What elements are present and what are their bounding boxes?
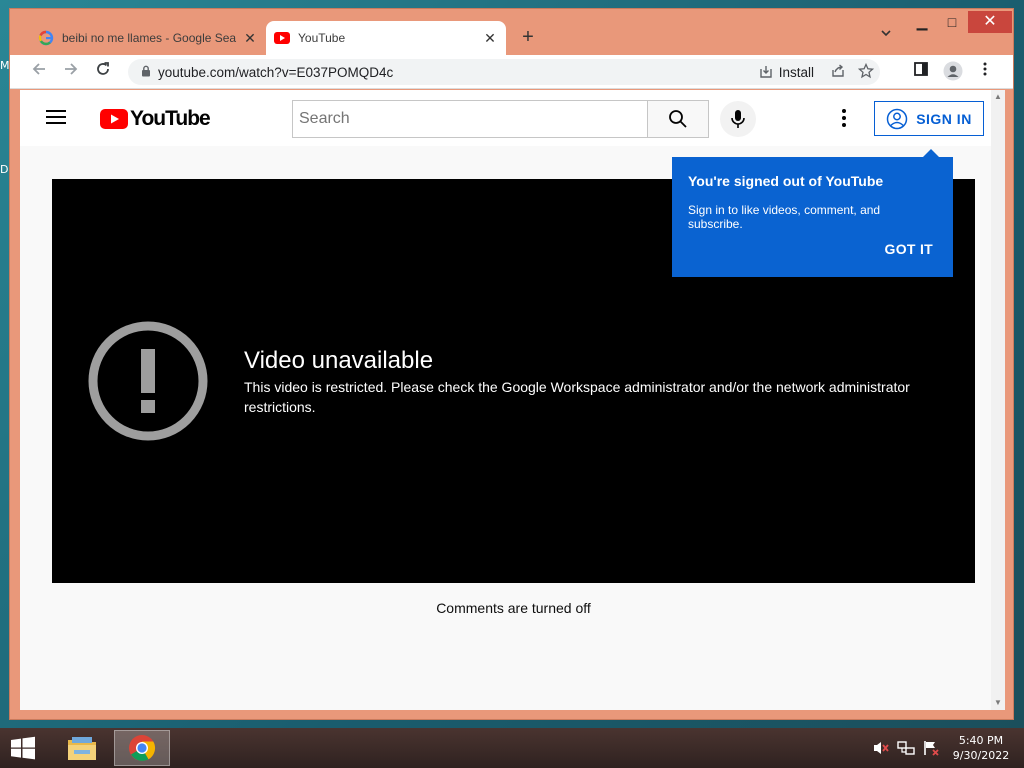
got-it-button[interactable]: GOT IT bbox=[885, 241, 933, 257]
file-explorer-icon[interactable] bbox=[54, 730, 110, 766]
error-message: This video is restricted. Please check t… bbox=[244, 379, 910, 415]
search-box[interactable] bbox=[292, 100, 648, 138]
title-bar: beibi no me llames - Google Sea ✕ YouTub… bbox=[10, 9, 1013, 55]
forward-arrow-icon[interactable] bbox=[60, 61, 82, 83]
bookmark-star-icon[interactable] bbox=[852, 62, 880, 82]
sign-in-label: SIGN IN bbox=[916, 110, 972, 127]
install-label: Install bbox=[778, 64, 814, 80]
youtube-icon bbox=[274, 30, 290, 46]
tooltip-arrow bbox=[923, 149, 939, 157]
chrome-icon[interactable] bbox=[114, 730, 170, 766]
hamburger-menu-icon[interactable] bbox=[44, 106, 68, 130]
voice-search-button[interactable] bbox=[720, 101, 756, 137]
minimize-button[interactable]: ▁ bbox=[906, 11, 938, 33]
chrome-window: beibi no me llames - Google Sea ✕ YouTub… bbox=[9, 8, 1014, 720]
google-g-icon bbox=[38, 30, 54, 46]
tooltip-title: You're signed out of YouTube bbox=[688, 173, 884, 189]
scroll-down-arrow-icon[interactable]: ▼ bbox=[991, 696, 1005, 710]
share-icon[interactable] bbox=[824, 63, 852, 81]
sign-in-button[interactable]: SIGN IN bbox=[874, 101, 984, 136]
profile-avatar-icon[interactable] bbox=[942, 61, 964, 83]
new-tab-button[interactable]: + bbox=[516, 25, 540, 49]
browser-toolbar: youtube.com/watch?v=E037POMQD4c Install bbox=[10, 55, 1013, 89]
microphone-icon bbox=[731, 110, 745, 128]
more-options-icon[interactable] bbox=[832, 106, 856, 130]
youtube-logo-text: YouTube bbox=[130, 107, 211, 130]
search-icon bbox=[669, 110, 687, 128]
browser-menu-icon[interactable] bbox=[974, 61, 996, 83]
search-button[interactable] bbox=[647, 100, 709, 138]
page-scrollbar[interactable]: ▲ ▼ bbox=[991, 90, 1005, 710]
account-circle-icon bbox=[886, 108, 908, 129]
youtube-logo[interactable]: YouTube bbox=[100, 107, 211, 131]
search-input[interactable] bbox=[299, 110, 647, 128]
tab-title: YouTube bbox=[298, 31, 346, 45]
youtube-header: YouTube SIGN IN bbox=[20, 90, 991, 146]
desktop-edge-label: D bbox=[0, 163, 9, 176]
tab-close-icon[interactable]: ✕ bbox=[242, 30, 258, 46]
back-arrow-icon[interactable] bbox=[28, 61, 50, 83]
tooltip-body: Sign in to like videos, comment, and sub… bbox=[688, 203, 881, 231]
comments-status: Comments are turned off bbox=[436, 600, 591, 616]
install-app-button[interactable]: Install bbox=[759, 65, 814, 80]
clock-time: 5:40 PM bbox=[958, 734, 1004, 747]
exclamation-circle-icon bbox=[88, 321, 208, 441]
install-icon bbox=[760, 66, 772, 78]
maximize-button[interactable]: □ bbox=[936, 11, 968, 33]
clock-date: 9/30/2022 bbox=[952, 749, 1010, 762]
windows-start-icon[interactable] bbox=[8, 736, 38, 760]
reload-icon[interactable] bbox=[92, 61, 114, 83]
youtube-logo-icon bbox=[100, 109, 128, 129]
volume-muted-icon[interactable] bbox=[872, 740, 890, 756]
taskbar: 5:40 PM 9/30/2022 bbox=[0, 728, 1024, 768]
side-panel-icon[interactable] bbox=[910, 61, 932, 83]
tab-title: beibi no me llames - Google Sea bbox=[62, 31, 237, 45]
close-window-button[interactable]: ✕ bbox=[968, 11, 1012, 33]
system-clock[interactable]: 5:40 PM 9/30/2022 bbox=[946, 733, 1016, 763]
tab-close-icon[interactable]: ✕ bbox=[482, 30, 498, 46]
tab-google-search[interactable]: beibi no me llames - Google Sea ✕ bbox=[30, 21, 266, 55]
address-bar[interactable]: youtube.com/watch?v=E037POMQD4c Install bbox=[128, 59, 880, 85]
action-center-flag-icon[interactable] bbox=[922, 740, 940, 756]
error-title: Video unavailable bbox=[244, 347, 434, 374]
lock-icon[interactable] bbox=[134, 65, 158, 80]
tab-youtube[interactable]: YouTube ✕ bbox=[266, 21, 506, 55]
signed-out-tooltip: You're signed out of YouTube Sign in to … bbox=[672, 149, 953, 277]
tab-search-chevron-icon[interactable] bbox=[876, 27, 896, 47]
network-icon[interactable] bbox=[897, 740, 915, 756]
page-viewport: YouTube SIGN IN bbox=[20, 90, 1005, 710]
scroll-up-arrow-icon[interactable]: ▲ bbox=[991, 90, 1005, 104]
url-text: youtube.com/watch?v=E037POMQD4c bbox=[158, 64, 394, 80]
